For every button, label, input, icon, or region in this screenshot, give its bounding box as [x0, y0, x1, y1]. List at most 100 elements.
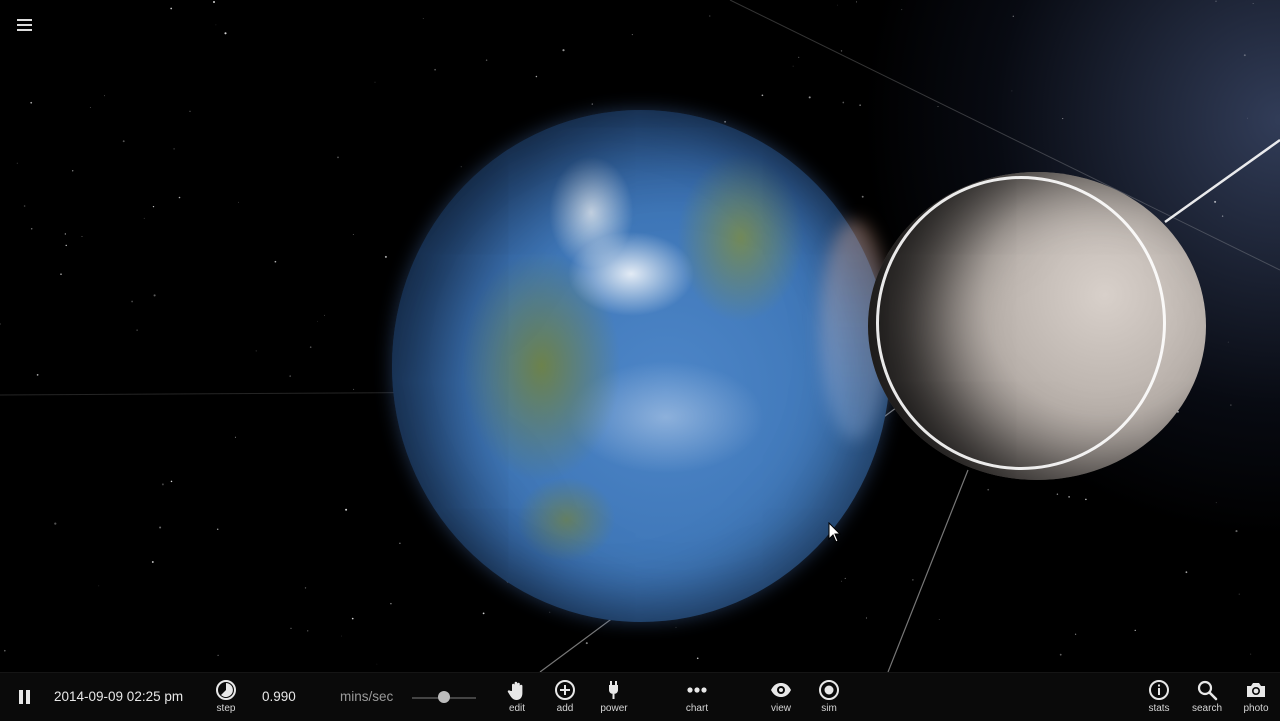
star: [912, 579, 914, 581]
star: [60, 273, 62, 276]
star: [224, 32, 227, 35]
chart-label: chart: [685, 703, 709, 714]
simulation-viewport[interactable]: [0, 0, 1280, 720]
star: [399, 542, 401, 544]
star: [213, 1, 215, 3]
step-button[interactable]: step: [206, 673, 246, 721]
sim-button[interactable]: sim: [809, 673, 849, 721]
edit-button[interactable]: edit: [497, 673, 537, 721]
star: [1238, 593, 1240, 595]
star: [861, 195, 864, 198]
star: [173, 148, 175, 150]
view-label: view: [770, 703, 791, 714]
power-label: power: [600, 703, 628, 714]
eye-icon: [771, 683, 791, 697]
star: [535, 75, 538, 78]
star: [89, 107, 91, 108]
star: [16, 162, 18, 164]
speed-slider[interactable]: [412, 673, 476, 721]
star: [238, 201, 239, 203]
star: [351, 617, 354, 620]
star: [170, 480, 173, 483]
star: [1250, 653, 1252, 655]
star: [1214, 200, 1217, 203]
menu-button[interactable]: [12, 14, 36, 36]
star: [1247, 117, 1248, 119]
power-plug-icon: [609, 681, 618, 699]
view-button[interactable]: view: [761, 673, 801, 721]
star: [1074, 633, 1077, 635]
star: [696, 657, 699, 660]
star: [151, 561, 154, 563]
star: [376, 663, 378, 665]
search-icon: [1197, 680, 1218, 701]
star: [217, 654, 219, 657]
star: [30, 101, 33, 104]
speed-value[interactable]: 0.990: [262, 689, 296, 704]
star: [859, 104, 861, 106]
star: [808, 96, 811, 99]
star: [337, 156, 339, 159]
star: [143, 217, 145, 219]
star: [840, 50, 843, 52]
simulation-datetime[interactable]: 2014-09-09 02:25 pm: [54, 689, 183, 704]
star: [153, 294, 156, 297]
star: [1235, 530, 1238, 533]
star: [98, 585, 100, 587]
chart-dots-icon: [687, 687, 707, 693]
star: [1243, 54, 1246, 57]
star: [307, 630, 309, 632]
step-label: step: [216, 703, 236, 714]
star: [1012, 15, 1014, 17]
star: [353, 388, 355, 390]
pause-icon: [19, 690, 31, 704]
star: [131, 300, 134, 303]
search-button[interactable]: search: [1187, 673, 1227, 721]
star: [842, 101, 845, 104]
star: [324, 314, 325, 316]
star: [1215, 0, 1217, 2]
bottom-toolbar: 2014-09-09 02:25 pm step 0.990 mins/sec …: [0, 672, 1280, 721]
hand-icon: [507, 681, 523, 700]
star: [159, 526, 162, 529]
stats-button[interactable]: stats: [1139, 673, 1179, 721]
chart-button[interactable]: chart: [677, 673, 717, 721]
star: [675, 626, 677, 628]
star: [901, 9, 903, 11]
star: [274, 260, 277, 263]
star: [72, 170, 74, 172]
power-button[interactable]: power: [594, 673, 634, 721]
star: [1056, 493, 1059, 495]
star: [234, 436, 236, 438]
pause-button[interactable]: [12, 673, 36, 721]
speed-slider-thumb[interactable]: [438, 691, 450, 703]
star: [709, 15, 711, 17]
star: [65, 244, 67, 247]
star: [1230, 404, 1232, 406]
star: [1221, 215, 1224, 217]
star: [30, 228, 33, 230]
star: [4, 649, 6, 652]
star: [23, 205, 26, 207]
photo-label: photo: [1243, 703, 1269, 714]
star: [36, 374, 39, 376]
star: [792, 65, 794, 67]
star: [1059, 653, 1062, 656]
edit-label: edit: [508, 703, 526, 714]
star: [255, 350, 257, 352]
star: [434, 68, 436, 71]
star: [0, 323, 1, 325]
star: [937, 106, 939, 107]
star: [161, 483, 164, 486]
photo-button[interactable]: photo: [1236, 673, 1276, 721]
speed-unit[interactable]: mins/sec: [340, 689, 393, 704]
star: [178, 196, 181, 199]
sim-label: sim: [821, 703, 837, 714]
step-icon: [216, 680, 236, 700]
star: [81, 236, 83, 237]
star: [549, 611, 551, 613]
add-button[interactable]: add: [545, 673, 585, 721]
sim-target-icon: [819, 680, 839, 700]
star: [341, 635, 342, 637]
earth-globe[interactable]: [392, 110, 890, 622]
